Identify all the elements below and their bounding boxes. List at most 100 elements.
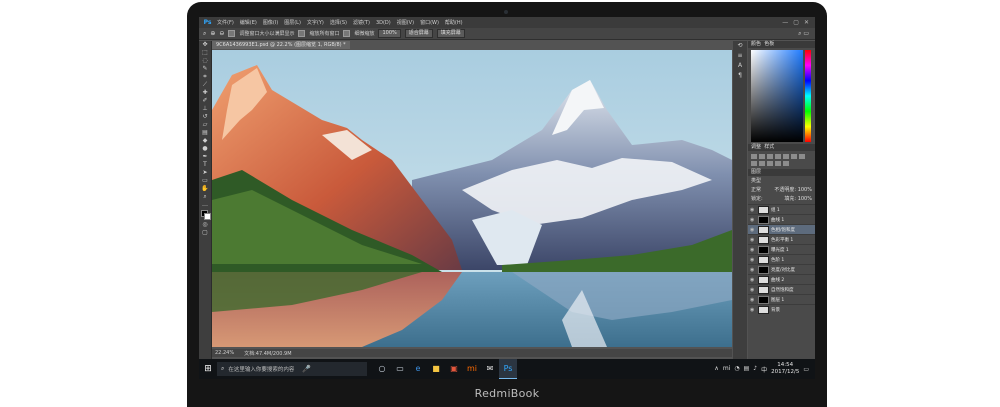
hue-slider[interactable] bbox=[805, 50, 811, 142]
scrubby-zoom-checkbox[interactable] bbox=[343, 30, 351, 37]
black-white-icon[interactable] bbox=[751, 161, 757, 166]
eye-icon[interactable]: ◉ bbox=[750, 297, 756, 303]
menu-help[interactable]: 帮助(H) bbox=[445, 19, 463, 26]
adjustments-tab[interactable]: 调整 bbox=[751, 144, 761, 150]
fill-screen-button[interactable]: 填充屏幕 bbox=[436, 29, 465, 38]
tray-icon[interactable]: ▤ bbox=[744, 365, 750, 374]
fill-field[interactable]: 填充: 100% bbox=[784, 195, 812, 202]
photo-filter-icon[interactable] bbox=[759, 161, 765, 166]
menu-edit[interactable]: 编辑(E) bbox=[240, 19, 257, 26]
opacity-field[interactable]: 不透明度: 100% bbox=[774, 186, 812, 193]
menu-select[interactable]: 选择(S) bbox=[330, 19, 347, 26]
eye-icon[interactable]: ◉ bbox=[750, 227, 756, 233]
layer-row[interactable]: ◉ 色彩平衡 1 bbox=[748, 234, 815, 244]
quick-select-tool-icon[interactable]: ✎ bbox=[199, 65, 211, 73]
menu-type[interactable]: 文字(Y) bbox=[307, 19, 324, 26]
layer-row[interactable]: ◉ 色阶 1 bbox=[748, 254, 815, 264]
file-explorer-app-icon[interactable]: ■ bbox=[427, 359, 445, 379]
vibrance-icon[interactable] bbox=[783, 154, 789, 159]
exposure-icon[interactable] bbox=[775, 154, 781, 159]
layer-row[interactable]: ◉ 曲线 2 bbox=[748, 274, 815, 284]
mail-app-icon[interactable]: ✉ bbox=[481, 359, 499, 379]
eye-icon[interactable]: ◉ bbox=[750, 307, 756, 313]
layer-row[interactable]: ◉ 曲线 1 bbox=[748, 214, 815, 224]
taskbar-search-box[interactable]: ⌕ 在这里输入你要搜索的内容 🎤 bbox=[217, 362, 367, 376]
lasso-tool-icon[interactable]: ◌ bbox=[199, 57, 211, 65]
path-select-tool-icon[interactable]: ➤ bbox=[199, 169, 211, 177]
dodge-tool-icon[interactable]: ● bbox=[199, 145, 211, 153]
history-brush-tool-icon[interactable]: ↺ bbox=[199, 113, 211, 121]
eye-icon[interactable]: ◉ bbox=[750, 267, 756, 273]
eye-icon[interactable]: ◉ bbox=[750, 237, 756, 243]
type-tool-icon[interactable]: T bbox=[199, 161, 211, 169]
channel-mixer-icon[interactable] bbox=[767, 161, 773, 166]
menu-layer[interactable]: 图层(L) bbox=[284, 19, 301, 26]
eye-icon[interactable]: ◉ bbox=[750, 257, 756, 263]
cortana-app-icon[interactable]: ○ bbox=[373, 359, 391, 379]
blur-tool-icon[interactable]: ◆ bbox=[199, 137, 211, 145]
eye-icon[interactable]: ◉ bbox=[750, 217, 756, 223]
background-color[interactable] bbox=[204, 213, 211, 220]
maximize-button[interactable]: ▢ bbox=[793, 19, 799, 26]
zoom-level[interactable]: 22.24% bbox=[215, 350, 234, 356]
layer-row[interactable]: ◉ 亮度/对比度 bbox=[748, 264, 815, 274]
levels-icon[interactable] bbox=[759, 154, 765, 159]
screen-mode-icon[interactable]: ▢ bbox=[199, 229, 211, 237]
menu-view[interactable]: 视图(V) bbox=[397, 19, 414, 26]
menu-file[interactable]: 文件(F) bbox=[217, 19, 234, 26]
styles-tab[interactable]: 样式 bbox=[764, 144, 774, 150]
gradient-tool-icon[interactable]: ▤ bbox=[199, 129, 211, 137]
tray-icon[interactable]: ♪ bbox=[753, 365, 757, 374]
photoshop-app-icon[interactable]: Ps bbox=[499, 359, 517, 379]
layer-row[interactable]: ◉ 图层 1 bbox=[748, 294, 815, 304]
clone-stamp-tool-icon[interactable]: ⊥ bbox=[199, 105, 211, 113]
layer-row-selected[interactable]: ◉ 色相/饱和度 bbox=[748, 224, 815, 234]
shape-tool-icon[interactable]: ▭ bbox=[199, 177, 211, 185]
crop-tool-icon[interactable]: ⌗ bbox=[199, 73, 211, 81]
microphone-icon[interactable]: 🎤 bbox=[302, 365, 311, 373]
zoom-tool-icon[interactable]: ⌕ bbox=[199, 193, 211, 201]
paragraph-panel-icon[interactable]: ¶ bbox=[733, 71, 747, 81]
invert-icon[interactable] bbox=[783, 161, 789, 166]
color-lookup-icon[interactable] bbox=[775, 161, 781, 166]
mi-app-icon[interactable]: mi bbox=[463, 359, 481, 379]
color-tab[interactable]: 颜色 bbox=[751, 41, 761, 47]
eye-icon[interactable]: ◉ bbox=[750, 277, 756, 283]
color-swatches[interactable] bbox=[199, 209, 211, 221]
hue-saturation-icon[interactable] bbox=[791, 154, 797, 159]
notification-icon[interactable]: ▭ bbox=[803, 366, 809, 373]
zoom-100-button[interactable]: 100% bbox=[378, 29, 401, 38]
curves-icon[interactable] bbox=[767, 154, 773, 159]
fit-screen-button[interactable]: 适合屏幕 bbox=[404, 29, 433, 38]
menu-filter[interactable]: 滤镜(T) bbox=[353, 19, 370, 26]
color-balance-icon[interactable] bbox=[799, 154, 805, 159]
saturation-value-field[interactable] bbox=[751, 50, 803, 142]
eye-icon[interactable]: ◉ bbox=[750, 207, 756, 213]
resize-windows-checkbox[interactable] bbox=[228, 30, 236, 37]
tray-icon[interactable]: ◔ bbox=[734, 365, 739, 374]
document-tab[interactable]: 9C6A1436993E1.psd @ 22.2% (图层缩览 1, RGB/8… bbox=[212, 41, 350, 49]
windows-start-icon[interactable]: ⊞ bbox=[199, 359, 217, 379]
hand-tool-icon[interactable]: ✋ bbox=[199, 185, 211, 193]
layer-row[interactable]: ◉ 自然饱和度 bbox=[748, 284, 815, 294]
blend-mode-select[interactable]: 正常 bbox=[751, 186, 761, 193]
layers-tab[interactable]: 图层 bbox=[751, 169, 761, 175]
zoom-tool-icon[interactable]: ⌕ bbox=[203, 30, 206, 38]
zoom-all-checkbox[interactable] bbox=[298, 30, 306, 37]
edge-app-icon[interactable]: e bbox=[409, 359, 427, 379]
canvas[interactable] bbox=[212, 50, 732, 347]
zoom-in-icon[interactable]: ⊕ bbox=[210, 30, 215, 37]
tray-icon[interactable]: 中 bbox=[761, 365, 767, 374]
layer-kind-filter[interactable]: 类型 bbox=[751, 177, 761, 184]
layer-row[interactable]: ◉ 背景 bbox=[748, 304, 815, 314]
minimize-button[interactable]: — bbox=[782, 19, 788, 26]
eraser-tool-icon[interactable]: ▱ bbox=[199, 121, 211, 129]
tray-icon[interactable]: mi bbox=[723, 365, 731, 374]
pen-tool-icon[interactable]: ✒ bbox=[199, 153, 211, 161]
menu-image[interactable]: 图像(I) bbox=[263, 19, 278, 26]
search-icon[interactable]: ⌕ ▭ bbox=[798, 30, 809, 38]
properties-panel-icon[interactable]: ≡ bbox=[733, 51, 747, 61]
clock[interactable]: 14:54 2017/12/5 bbox=[771, 362, 799, 376]
healing-brush-tool-icon[interactable]: ✚ bbox=[199, 89, 211, 97]
eye-icon[interactable]: ◉ bbox=[750, 287, 756, 293]
